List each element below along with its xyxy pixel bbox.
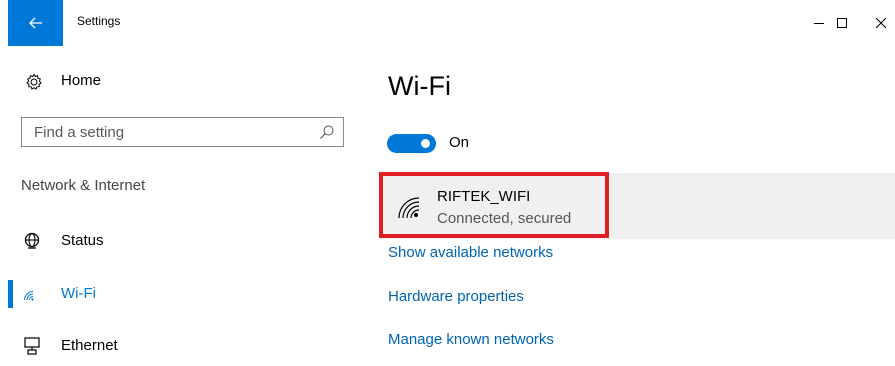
gear-icon [26,73,42,90]
maximize-icon [837,18,847,28]
sidebar-item-label: Wi-Fi [61,285,96,302]
sidebar-item-home[interactable]: Home [0,62,360,102]
wifi-icon [24,291,34,301]
section-heading: Network & Internet [21,177,146,194]
sidebar-item-label: Ethernet [61,337,118,354]
globe-icon [24,232,40,249]
show-available-networks-link[interactable]: Show available networks [388,244,553,261]
selection-indicator [8,280,13,308]
hardware-properties-link[interactable]: Hardware properties [388,288,524,305]
back-arrow-icon [28,17,42,29]
search-box[interactable] [21,117,344,147]
wifi-toggle[interactable] [387,134,436,153]
sidebar-item-label: Status [61,232,104,249]
toggle-label: On [449,134,470,151]
home-label: Home [61,72,102,89]
sidebar-item-wifi[interactable]: Wi-Fi [0,274,360,314]
toggle-knob [421,139,430,148]
close-icon [875,17,887,29]
manage-known-networks-link[interactable]: Manage known networks [388,331,554,348]
ethernet-icon [24,337,40,355]
sidebar-item-status[interactable]: Status [0,221,360,261]
search-input[interactable] [22,118,324,146]
search-icon[interactable] [319,124,335,140]
close-button[interactable] [858,0,895,46]
page-title: Wi-Fi [388,71,451,101]
highlight-box [379,172,609,238]
app-title: Settings [77,14,121,28]
sidebar-item-ethernet[interactable]: Ethernet [0,326,360,366]
back-button[interactable] [8,0,63,46]
title-bar: Settings [0,0,895,46]
